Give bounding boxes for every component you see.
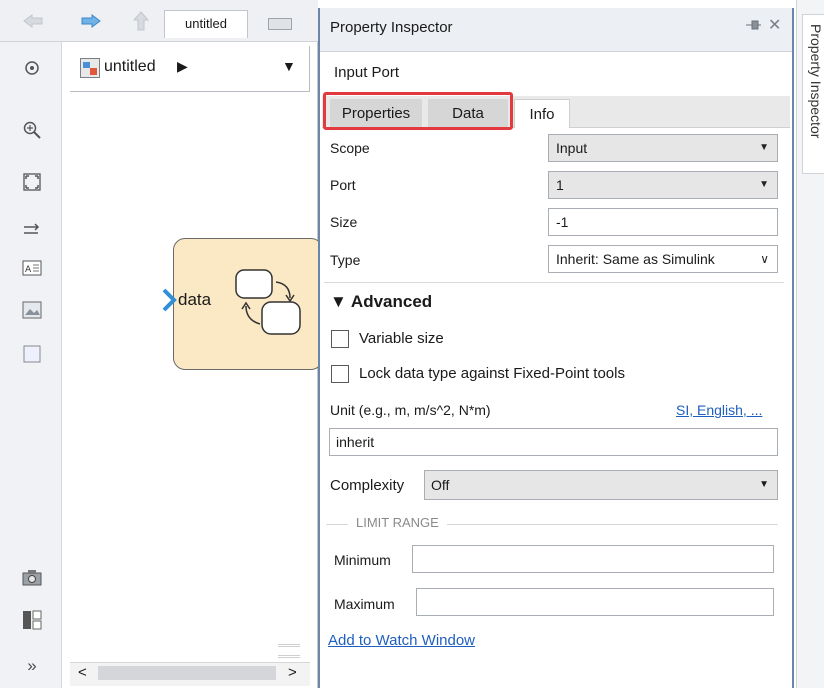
- maximum-input[interactable]: [416, 588, 774, 616]
- scroll-right-icon[interactable]: >: [288, 664, 297, 681]
- chevron-down-icon: ▼: [759, 142, 769, 153]
- scroll-left-icon[interactable]: <: [78, 664, 87, 681]
- keyboard-icon[interactable]: [268, 18, 292, 30]
- chevron-down-icon: ∨: [760, 252, 769, 266]
- scope-label: Scope: [330, 140, 370, 156]
- lock-data-type-checkbox[interactable]: [331, 365, 349, 383]
- complexity-select[interactable]: Off ▼: [424, 470, 778, 500]
- box-icon[interactable]: [20, 342, 44, 366]
- tab-info[interactable]: Info: [514, 99, 570, 128]
- add-to-watch-link[interactable]: Add to Watch Window: [328, 632, 475, 649]
- unit-input[interactable]: inherit: [329, 428, 778, 456]
- maximum-label: Maximum: [334, 596, 395, 612]
- fit-view-icon[interactable]: [20, 170, 44, 194]
- advanced-section-header[interactable]: ▼ Advanced: [330, 292, 432, 312]
- expand-icon[interactable]: »: [20, 654, 44, 678]
- type-value: Inherit: Same as Simulink: [556, 251, 715, 267]
- divider: [324, 282, 784, 283]
- size-value: -1: [556, 214, 569, 230]
- limit-range-title: LIMIT RANGE: [348, 515, 447, 530]
- side-panel-label: Property Inspector: [808, 24, 824, 139]
- minimum-input[interactable]: [412, 545, 774, 573]
- up-arrow-icon[interactable]: [128, 8, 154, 34]
- inspector-title: Property Inspector: [330, 19, 453, 36]
- complexity-value: Off: [431, 477, 450, 493]
- camera-icon[interactable]: [20, 566, 44, 590]
- type-label: Type: [330, 252, 361, 268]
- size-label: Size: [330, 214, 358, 230]
- scope-select[interactable]: Input ▼: [548, 134, 778, 162]
- scope-value: Input: [556, 140, 588, 156]
- variable-size-checkbox[interactable]: [331, 330, 349, 348]
- unit-value: inherit: [336, 434, 375, 450]
- highlight-box: [323, 92, 513, 130]
- breadcrumb-label[interactable]: untitled: [104, 58, 156, 76]
- image-icon[interactable]: [20, 298, 44, 322]
- diagram-canvas[interactable]: [63, 93, 309, 658]
- minimum-label: Minimum: [334, 552, 391, 568]
- forward-arrow-icon[interactable]: [78, 8, 104, 34]
- zoom-icon[interactable]: [20, 118, 44, 142]
- svg-text:A: A: [25, 265, 32, 275]
- scroll-thumb[interactable]: [98, 666, 276, 680]
- annotation-icon[interactable]: A: [20, 256, 44, 280]
- breadcrumb-dropdown-icon[interactable]: ▼: [282, 58, 296, 74]
- port-select[interactable]: 1 ▼: [548, 171, 778, 199]
- arrows-icon[interactable]: [20, 218, 44, 242]
- tab-untitled[interactable]: untitled: [164, 10, 248, 38]
- port-value: 1: [556, 177, 564, 193]
- object-type-label: Input Port: [334, 64, 400, 81]
- state-chart-icon: [232, 268, 316, 348]
- port-label: Port: [330, 177, 356, 193]
- pin-icon[interactable]: [744, 17, 762, 33]
- explorer-icon[interactable]: [20, 608, 44, 632]
- unit-system-link[interactable]: SI, English, ...: [676, 402, 762, 418]
- variable-size-label: Variable size: [359, 330, 444, 347]
- model-icon: [80, 58, 100, 78]
- back-arrow-icon[interactable]: [20, 8, 46, 34]
- type-select[interactable]: Inherit: Same as Simulink ∨: [548, 245, 778, 273]
- chevron-down-icon: ▼: [759, 179, 769, 190]
- close-icon[interactable]: ✕: [768, 15, 781, 35]
- breadcrumb-arrow-icon[interactable]: ▶: [177, 58, 188, 75]
- target-icon[interactable]: [20, 56, 44, 80]
- port-label: data: [178, 290, 212, 309]
- complexity-label: Complexity: [330, 477, 405, 494]
- input-port-icon[interactable]: [162, 288, 178, 312]
- lock-data-type-label: Lock data type against Fixed-Point tools: [359, 365, 625, 382]
- unit-label: Unit (e.g., m, m/s^2, N*m): [330, 402, 491, 418]
- chevron-down-icon: ▼: [759, 479, 769, 490]
- resize-grip[interactable]: [278, 644, 300, 658]
- size-input[interactable]: -1: [548, 208, 778, 236]
